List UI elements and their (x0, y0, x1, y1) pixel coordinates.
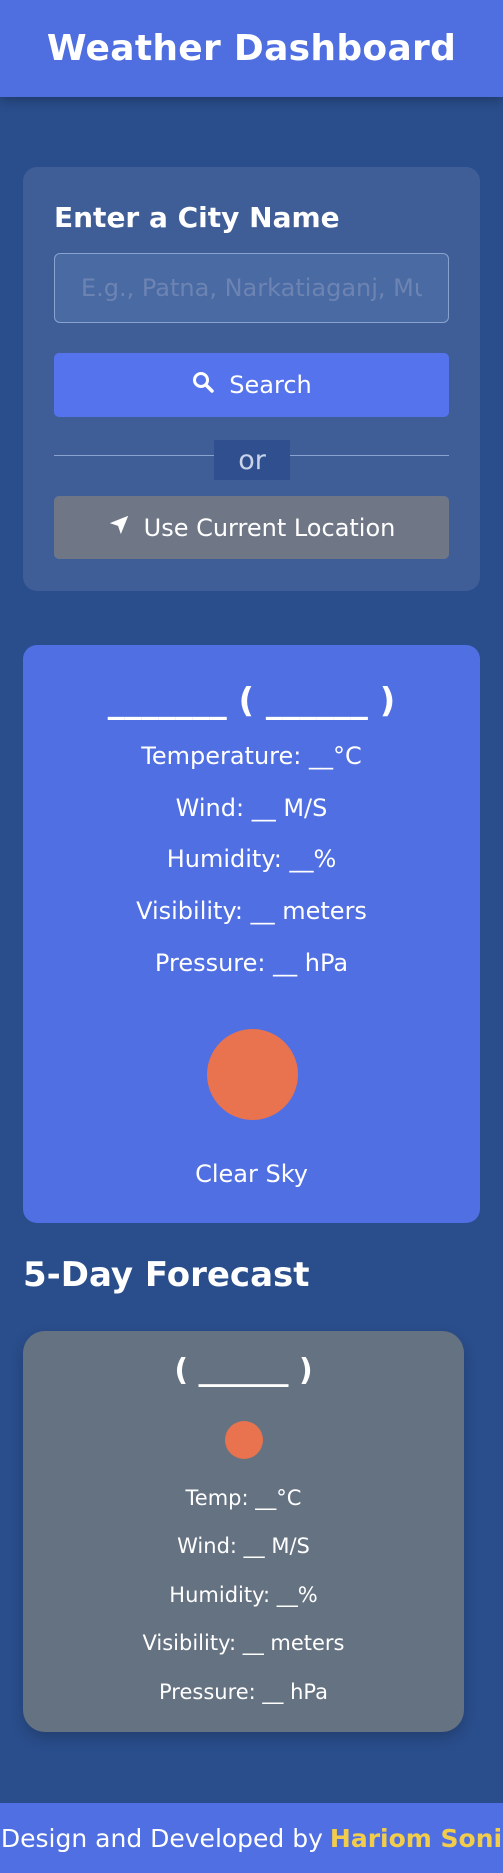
search-panel: Enter a City Name Search or Use Current … (23, 167, 480, 591)
current-weather-card: _______ ( ______ ) Temperature: __°C Win… (23, 645, 480, 1223)
footer-author-name: Hariom Soni (329, 1823, 503, 1853)
search-button[interactable]: Search (54, 353, 449, 417)
forecast-temp: Temp: __°C (185, 1486, 302, 1510)
page-footer: Design and Developed by Hariom Soni (0, 1803, 503, 1873)
current-wind: Wind: __ M/S (175, 794, 328, 822)
or-separator: or (214, 440, 290, 480)
forecast-pressure: Pressure: __ hPa (159, 1680, 328, 1704)
city-search-input[interactable] (54, 253, 449, 323)
sun-icon (225, 1421, 263, 1459)
current-city-name: _______ ( ______ ) (107, 681, 396, 721)
weather-description: Clear Sky (195, 1160, 308, 1188)
page-title: Weather Dashboard (46, 28, 457, 69)
current-temperature: Temperature: __°C (141, 742, 362, 770)
use-current-location-label: Use Current Location (143, 513, 396, 542)
footer-credit-text: Design and Developed by (0, 1823, 323, 1853)
current-humidity: Humidity: __% (166, 845, 337, 873)
forecast-humidity: Humidity: __% (169, 1583, 318, 1607)
forecast-date: ( ______ ) (174, 1353, 313, 1388)
location-arrow-icon (108, 514, 130, 542)
current-visibility: Visibility: __ meters (136, 897, 367, 925)
forecast-wind: Wind: __ M/S (177, 1534, 310, 1558)
current-pressure: Pressure: __ hPa (154, 949, 349, 977)
sun-icon (207, 1029, 298, 1120)
forecast-heading: 5-Day Forecast (23, 1255, 310, 1295)
use-current-location-button[interactable]: Use Current Location (54, 496, 449, 559)
forecast-day-card: ( ______ ) Temp: __°C Wind: __ M/S Humid… (23, 1331, 464, 1732)
forecast-visibility: Visibility: __ meters (142, 1631, 345, 1655)
search-button-label: Search (229, 371, 312, 399)
city-input-label: Enter a City Name (54, 201, 340, 234)
search-icon (191, 370, 215, 400)
app-header: Weather Dashboard (0, 0, 503, 97)
